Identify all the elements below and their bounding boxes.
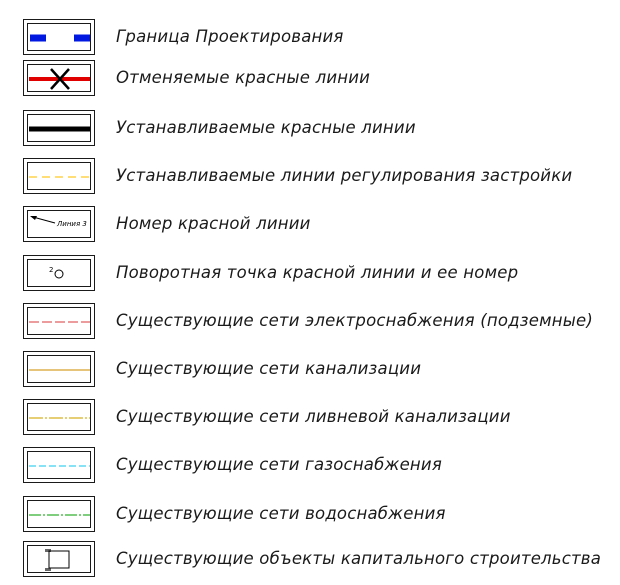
legend-item-turning-point: 2 Поворотная точка красной линии и ее но…: [0, 255, 620, 295]
legend-item-label: Номер красной линии: [116, 214, 311, 233]
sewer-network-icon: [23, 351, 95, 387]
legend-item-label: Существующие сети газоснабжения: [116, 455, 442, 474]
gas-network-icon: [23, 447, 95, 483]
legend-item-red-line-number: Линия 3 Номер красной линии: [0, 206, 620, 246]
legend-item-label: Существующие объекты капитального строит…: [116, 549, 602, 568]
capital-building-icon: [23, 541, 95, 577]
legend-item-cancelled-red-lines: Отменяемые красные линии: [0, 60, 620, 100]
legend-item-label: Устанавливаемые красные линии: [116, 118, 416, 137]
legend-item-label: Существующие сети канализации: [116, 359, 422, 378]
legend-item-label: Существующие сети ливневой канализации: [116, 407, 511, 426]
legend-item-label: Устанавливаемые линии регулирования заст…: [116, 166, 573, 185]
water-network-icon: [23, 496, 95, 532]
storm-sewer-network-icon: [23, 399, 95, 435]
legend-item-storm-sewer-network: Существующие сети ливневой канализации: [0, 399, 620, 439]
legend-item-label: Граница Проектирования: [116, 27, 344, 46]
sample-number-text: 2: [49, 266, 53, 274]
legend-item-power-network: Существующие сети электроснабжения (подз…: [0, 303, 620, 343]
legend-item-building-regulation-lines: Устанавливаемые линии регулирования заст…: [0, 158, 620, 198]
legend-item-established-red-lines: Устанавливаемые красные линии: [0, 110, 620, 150]
legend-item-label: Отменяемые красные линии: [116, 68, 371, 87]
legend-item-water-network: Существующие сети водоснабжения: [0, 496, 620, 536]
sample-label-text: Линия 3: [56, 220, 87, 228]
legend-item-design-boundary: Граница Проектирования: [0, 19, 620, 59]
red-line-number-icon: Линия 3: [23, 206, 95, 242]
building-regulation-line-icon: [23, 158, 95, 194]
legend-item-capital-buildings: Существующие объекты капитального строит…: [0, 541, 620, 581]
cancelled-red-line-icon: [23, 60, 95, 96]
legend-item-sewer-network: Существующие сети канализации: [0, 351, 620, 391]
turning-point-icon: 2: [23, 255, 95, 291]
legend-item-label: Существующие сети водоснабжения: [116, 504, 446, 523]
legend-item-label: Поворотная точка красной линии и ее номе…: [116, 263, 519, 282]
legend-item-label: Существующие сети электроснабжения (подз…: [116, 311, 593, 330]
legend-item-gas-network: Существующие сети газоснабжения: [0, 447, 620, 487]
power-network-icon: [23, 303, 95, 339]
legend: Граница Проектирования Отменяемые красны…: [0, 0, 620, 585]
established-red-line-icon: [23, 110, 95, 146]
design-boundary-icon: [23, 19, 95, 55]
